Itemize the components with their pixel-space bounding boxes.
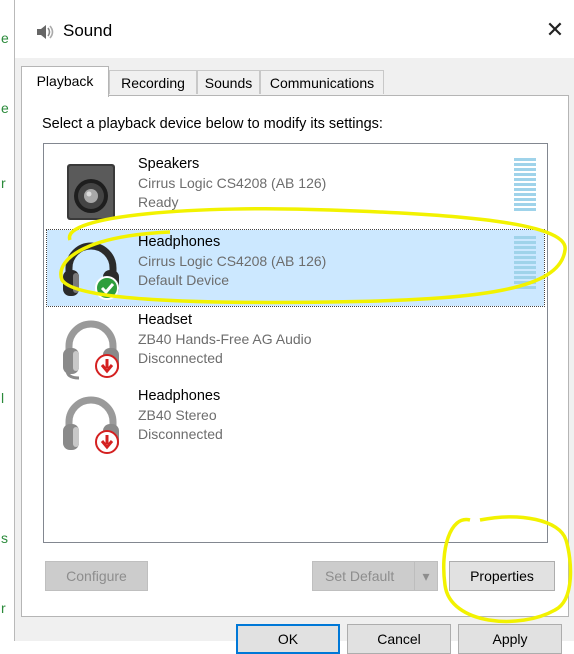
device-driver: ZB40 Stereo (138, 407, 217, 423)
speaker-icon (37, 25, 54, 39)
configure-button[interactable]: Configure (45, 561, 148, 591)
background-text: l (1, 390, 5, 406)
chevron-down-icon[interactable]: ▾ (414, 562, 437, 590)
device-name: Headset (138, 312, 193, 328)
device-item-headphones-default[interactable]: Headphones Cirrus Logic CS4208 (AB 126) … (46, 229, 545, 307)
headset-icon (63, 320, 119, 380)
playback-panel: Select a playback device below to modify… (21, 95, 569, 617)
device-status: Disconnected (138, 426, 223, 442)
apply-button[interactable]: Apply (458, 624, 562, 654)
background-text: r (1, 600, 6, 616)
properties-button[interactable]: Properties (449, 561, 555, 591)
device-item-speakers[interactable]: Speakers Cirrus Logic CS4208 (AB 126) Re… (47, 152, 544, 228)
device-status: Disconnected (138, 350, 223, 366)
device-item-headset[interactable]: Headset ZB40 Hands-Free AG Audio Disconn… (47, 308, 544, 384)
instruction-text: Select a playback device below to modify… (42, 116, 383, 132)
background-text: e (1, 100, 9, 116)
device-driver: Cirrus Logic CS4208 (AB 126) (138, 175, 327, 191)
device-status: Ready (138, 194, 179, 210)
cancel-button[interactable]: Cancel (347, 624, 451, 654)
window-title: Sound (63, 21, 113, 40)
device-driver: Cirrus Logic CS4208 (AB 126) (138, 253, 327, 269)
background-text: e (1, 30, 9, 46)
background-text: s (1, 530, 8, 546)
close-icon: ✕ (545, 17, 565, 42)
device-list[interactable]: Speakers Cirrus Logic CS4208 (AB 126) Re… (43, 143, 548, 543)
tab-communications[interactable]: Communications (260, 70, 384, 94)
device-driver: ZB40 Hands-Free AG Audio (138, 331, 312, 347)
device-item-headphones-zb40[interactable]: Headphones ZB40 Stereo Disconnected (47, 384, 544, 460)
background-window-edge: e e r l s r (0, 0, 15, 641)
set-default-label: Set Default (325, 568, 395, 584)
speaker-icon (67, 164, 115, 220)
tab-sounds[interactable]: Sounds (197, 70, 260, 94)
device-name: Headphones (138, 388, 221, 404)
device-name: Speakers (138, 156, 200, 172)
default-check-badge (95, 276, 119, 300)
title-bar[interactable]: Sound ✕ (15, 0, 574, 58)
set-default-button[interactable]: Set Default ▾ (312, 561, 438, 591)
device-name: Headphones (138, 234, 221, 250)
sound-dialog: Sound ✕ Playback Recording Sounds Commun… (14, 0, 574, 654)
close-button[interactable]: ✕ (543, 17, 567, 43)
level-meter (514, 236, 536, 292)
device-status: Default Device (138, 272, 230, 288)
background-text: r (1, 175, 6, 191)
ok-button[interactable]: OK (236, 624, 340, 654)
level-meter (514, 158, 536, 214)
tab-playback[interactable]: Playback (21, 66, 109, 97)
tab-recording[interactable]: Recording (109, 70, 197, 94)
headphones-icon (63, 242, 119, 300)
headphones-icon (63, 396, 119, 454)
